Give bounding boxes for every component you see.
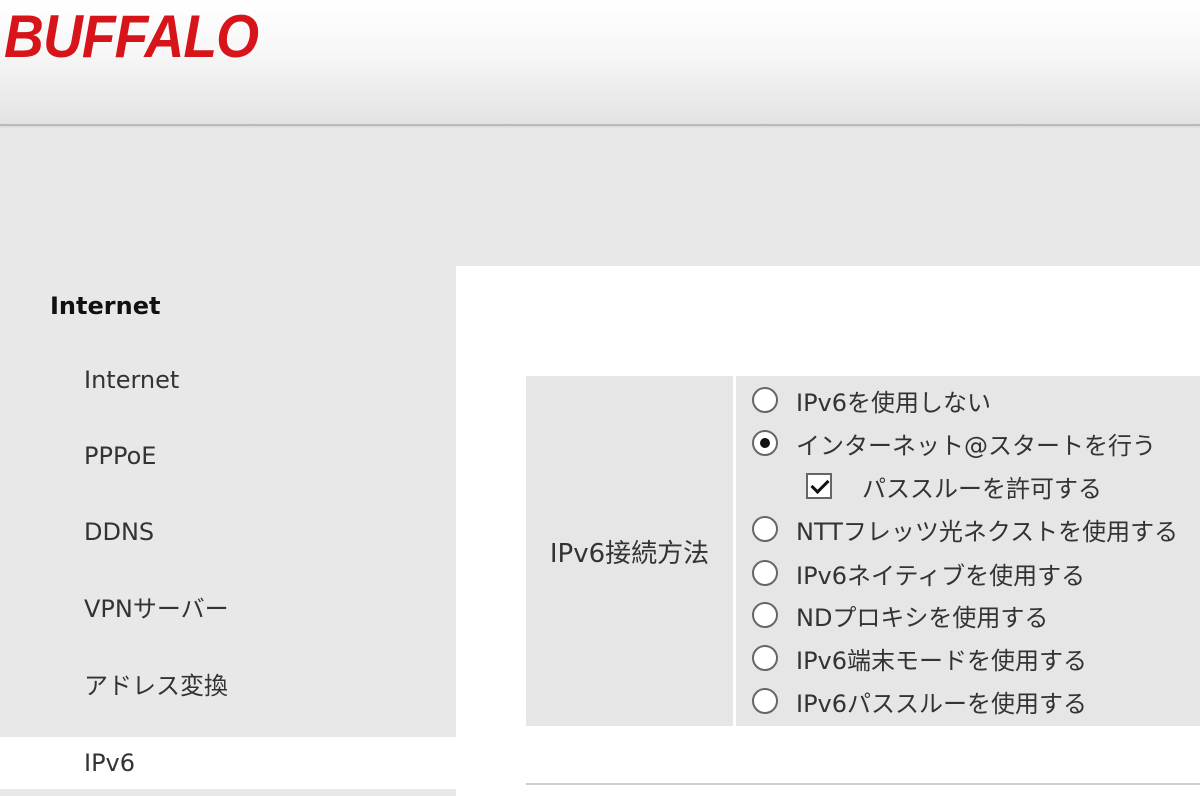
checkbox-allow-passthrough[interactable] [806,473,832,499]
option-ntt-flets-next[interactable]: NTTフレッツ光ネクストを使用する [752,511,1178,547]
option-ipv6-passthrough[interactable]: IPv6パススルーを使用する [752,683,1087,719]
option-allow-passthrough-label: パススルーを許可する [862,474,1102,503]
option-allow-passthrough[interactable]: パススルーを許可する [806,468,1102,504]
option-ntt-flets-next-label: NTTフレッツ光ネクストを使用する [796,517,1179,546]
sidebar-item-vpn-server[interactable]: VPNサーバー [0,583,456,635]
option-ipv6-terminal-mode-label: IPv6端末モードを使用する [796,646,1088,675]
radio-ipv6-native[interactable] [752,560,778,586]
sidebar-item-ipv6[interactable]: IPv6 [0,737,456,789]
sidebar-heading-internet: Internet [50,292,161,320]
ipv6-method-label: IPv6接続方法 [526,376,733,726]
content-divider [526,783,1200,785]
option-internet-start[interactable]: インターネット@スタートを行う [752,425,1156,461]
sidebar-item-internet[interactable]: Internet [0,354,456,406]
option-ipv6-native[interactable]: IPv6ネイティブを使用する [752,555,1085,591]
buffalo-logo: BUFFALO [4,3,259,70]
content-panel: IPv6接続方法 IPv6を使用しない インターネット@スタートを行う パススル… [456,266,1200,796]
radio-ipv6-passthrough[interactable] [752,688,778,714]
header: BUFFALO [0,0,1200,126]
option-ipv6-native-label: IPv6ネイティブを使用する [796,561,1086,590]
sidebar-item-ddns[interactable]: DDNS [0,506,456,558]
radio-disable-ipv6[interactable] [752,387,778,413]
option-ipv6-passthrough-label: IPv6パススルーを使用する [796,689,1088,718]
option-internet-start-label: インターネット@スタートを行う [796,431,1156,460]
radio-internet-start[interactable] [752,430,778,456]
option-disable-ipv6-label: IPv6を使用しない [796,388,992,417]
option-nd-proxy[interactable]: NDプロキシを使用する [752,597,1048,633]
sidebar-item-pppoe[interactable]: PPPoE [0,430,456,482]
radio-ipv6-terminal-mode[interactable] [752,645,778,671]
ipv6-method-options: IPv6を使用しない インターネット@スタートを行う パススルーを許可する NT… [736,376,1200,726]
option-disable-ipv6[interactable]: IPv6を使用しない [752,382,991,418]
option-nd-proxy-label: NDプロキシを使用する [796,603,1049,632]
radio-ntt-flets-next[interactable] [752,516,778,542]
radio-nd-proxy[interactable] [752,602,778,628]
ipv6-settings-table: IPv6接続方法 IPv6を使用しない インターネット@スタートを行う パススル… [526,376,1200,726]
option-ipv6-terminal-mode[interactable]: IPv6端末モードを使用する [752,640,1087,676]
sidebar-item-address-translation[interactable]: アドレス変換 [0,660,456,712]
